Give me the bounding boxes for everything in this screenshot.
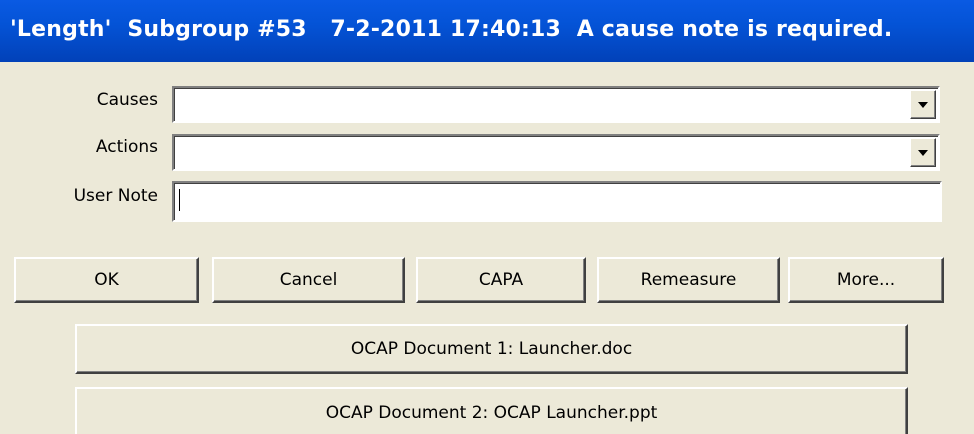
actions-label: Actions (95, 137, 158, 157)
more-button-label: More... (836, 270, 896, 290)
actions-dropdown-button[interactable] (910, 138, 936, 167)
cancel-button-label: Cancel (279, 270, 338, 290)
title-bar: 'Length' Subgroup #53 7-2-2011 17:40:13 … (0, 0, 974, 62)
window-title: 'Length' Subgroup #53 7-2-2011 17:40:13 … (10, 17, 893, 42)
text-caret (179, 189, 180, 211)
ocap-document-2-button[interactable]: OCAP Document 2: OCAP Launcher.ppt (75, 387, 908, 434)
capa-button[interactable]: CAPA (416, 257, 586, 303)
remeasure-button-label: Remeasure (640, 270, 737, 290)
capa-button-label: CAPA (478, 270, 524, 290)
ok-button-label: OK (94, 270, 119, 290)
causes-label: Causes (96, 90, 158, 110)
cause-note-dialog: 'Length' Subgroup #53 7-2-2011 17:40:13 … (0, 0, 974, 434)
ocap-document-2-label: OCAP Document 2: OCAP Launcher.ppt (325, 403, 658, 423)
ok-button[interactable]: OK (14, 257, 199, 303)
causes-combobox[interactable] (172, 86, 940, 123)
chevron-down-icon (918, 102, 928, 108)
ocap-document-1-button[interactable]: OCAP Document 1: Launcher.doc (75, 324, 908, 374)
chevron-down-icon (918, 150, 928, 156)
remeasure-button[interactable]: Remeasure (597, 257, 780, 303)
user-note-label: User Note (73, 186, 158, 206)
more-button[interactable]: More... (788, 257, 944, 303)
ocap-document-1-label: OCAP Document 1: Launcher.doc (350, 339, 633, 359)
actions-combobox[interactable] (172, 134, 940, 171)
user-note-input[interactable] (172, 181, 942, 222)
causes-dropdown-button[interactable] (910, 90, 936, 119)
cancel-button[interactable]: Cancel (212, 257, 405, 303)
